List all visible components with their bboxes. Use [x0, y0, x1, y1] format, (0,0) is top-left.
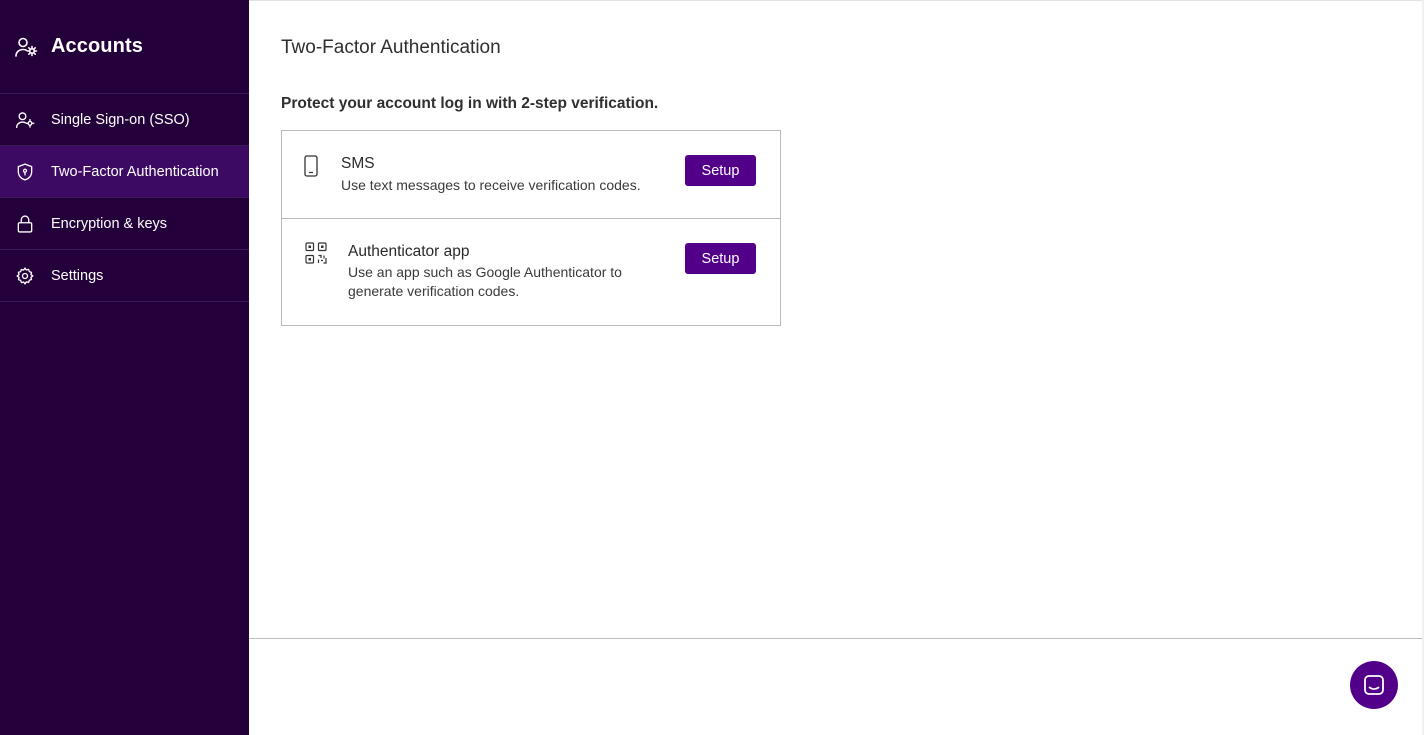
method-title: Authenticator app: [348, 243, 470, 260]
method-row-sms: SMS Use text messages to receive verific…: [282, 131, 780, 219]
page-subtitle: Protect your account log in with 2-step …: [281, 95, 659, 112]
main-content: Two-Factor Authentication Protect your a…: [249, 0, 1424, 638]
method-description: Use an app such as Google Authenticator …: [348, 264, 622, 299]
chat-icon: [1362, 673, 1386, 697]
sidebar-item-label: Settings: [51, 267, 104, 284]
sidebar-item-label: Two-Factor Authentication: [51, 163, 219, 180]
method-description: Use text messages to receive verificatio…: [341, 177, 641, 193]
gear-icon: [15, 266, 35, 286]
user-gear-icon: [15, 110, 35, 130]
chat-launcher-button[interactable]: [1350, 661, 1398, 709]
sms-setup-button[interactable]: Setup: [685, 155, 756, 186]
method-row-authenticator-app: Authenticator app Use an app such as Goo…: [282, 219, 780, 325]
sidebar-item-encryption-keys[interactable]: Encryption & keys: [0, 198, 249, 250]
shield-icon: [15, 162, 35, 182]
sidebar-item-label: Encryption & keys: [51, 215, 168, 232]
footer: [249, 638, 1424, 735]
sidebar-item-settings[interactable]: Settings: [0, 250, 249, 302]
qr-code-icon: [305, 242, 327, 269]
method-title: SMS: [341, 155, 375, 172]
smartphone-icon: [304, 155, 318, 182]
two-factor-methods-card: SMS Use text messages to receive verific…: [281, 130, 781, 326]
sidebar-title: Accounts: [51, 35, 143, 57]
sidebar-header: Accounts: [0, 0, 249, 94]
sidebar-item-label: Single Sign-on (SSO): [51, 111, 190, 128]
user-gear-icon: [14, 35, 38, 59]
authenticator-app-setup-button[interactable]: Setup: [685, 243, 756, 274]
sidebar-item-two-factor-authentication[interactable]: Two-Factor Authentication: [0, 146, 249, 198]
sidebar-item-sso[interactable]: Single Sign-on (SSO): [0, 94, 249, 146]
page-title: Two-Factor Authentication: [281, 37, 501, 58]
lock-icon: [15, 214, 35, 234]
app-root: Accounts Single Sign-on (SSO) Two-Factor…: [0, 0, 1424, 735]
sidebar: Accounts Single Sign-on (SSO) Two-Factor…: [0, 0, 249, 735]
